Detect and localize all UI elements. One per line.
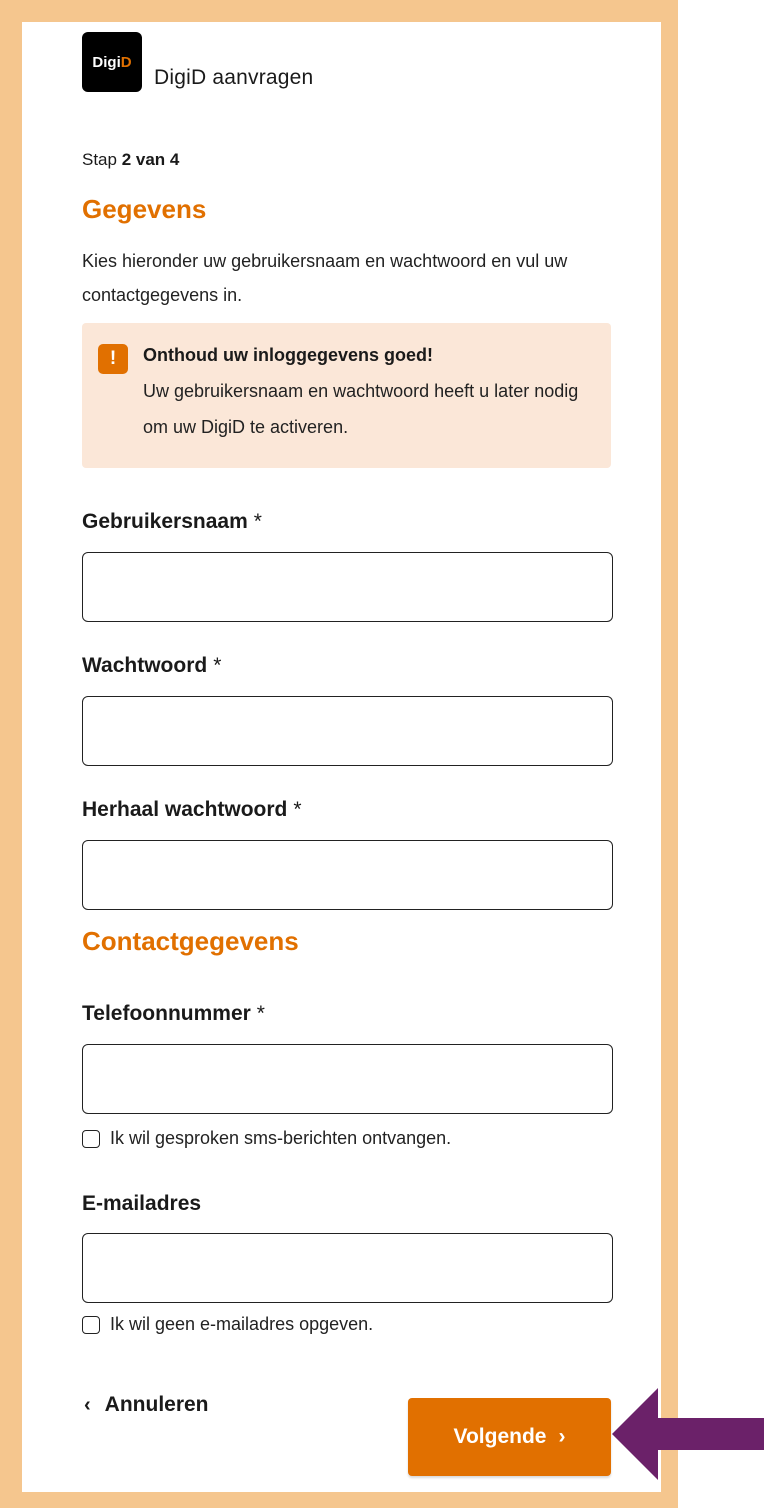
- repeat-password-label: Herhaal wachtwoord *: [82, 798, 302, 821]
- notice-box: ! Onthoud uw inloggegevens goed! Uw gebr…: [82, 323, 611, 468]
- no-email-label: Ik wil geen e-mailadres opgeven.: [110, 1314, 374, 1334]
- phone-label: Telefoonnummer *: [82, 1002, 265, 1025]
- cancel-label: Annuleren: [104, 1393, 209, 1416]
- repeat-password-input[interactable]: [82, 840, 613, 910]
- spoken-sms-label: Ik wil gesproken sms-berichten ontvangen…: [110, 1128, 452, 1148]
- next-button[interactable]: Volgende ›: [408, 1398, 611, 1476]
- chevron-right-icon: ›: [558, 1425, 566, 1448]
- warning-icon: !: [98, 344, 128, 374]
- notice-title: Onthoud uw inloggegevens goed!: [143, 345, 433, 365]
- digid-logo: Digi D: [82, 32, 142, 92]
- section-heading-gegevens: Gegevens: [82, 194, 207, 224]
- no-email-checkbox[interactable]: [82, 1315, 100, 1334]
- spoken-sms-checkbox[interactable]: [82, 1129, 100, 1148]
- username-label: Gebruikersnaam *: [82, 510, 262, 533]
- notice-body: Uw gebruikersnaam en wachtwoord heeft u …: [143, 381, 579, 437]
- intro-text: Kies hieronder uw gebruikersnaam en wach…: [82, 251, 568, 305]
- password-label: Wachtwoord *: [82, 654, 222, 677]
- spoken-sms-option[interactable]: Ik wil gesproken sms-berichten ontvangen…: [82, 1128, 451, 1149]
- no-email-option[interactable]: Ik wil geen e-mailadres opgeven.: [82, 1314, 373, 1335]
- username-input[interactable]: [82, 552, 613, 622]
- app-title: DigiD aanvragen: [154, 66, 314, 89]
- form-panel: Digi D DigiD aanvragen Stap 2 van 4 Gegev…: [22, 22, 661, 1492]
- next-label: Volgende: [453, 1425, 547, 1448]
- chevron-left-icon: ‹: [84, 1393, 91, 1416]
- section-heading-contact: Contactgegevens: [82, 926, 299, 956]
- password-input[interactable]: [82, 696, 613, 766]
- email-input[interactable]: [82, 1233, 613, 1303]
- pointer-arrow-icon: [612, 1388, 764, 1480]
- cancel-link[interactable]: ‹ Annuleren: [84, 1393, 209, 1417]
- email-label: E-mailadres: [82, 1192, 202, 1215]
- phone-input[interactable]: [82, 1044, 613, 1114]
- step-indicator: Stap 2 van 4: [82, 150, 180, 169]
